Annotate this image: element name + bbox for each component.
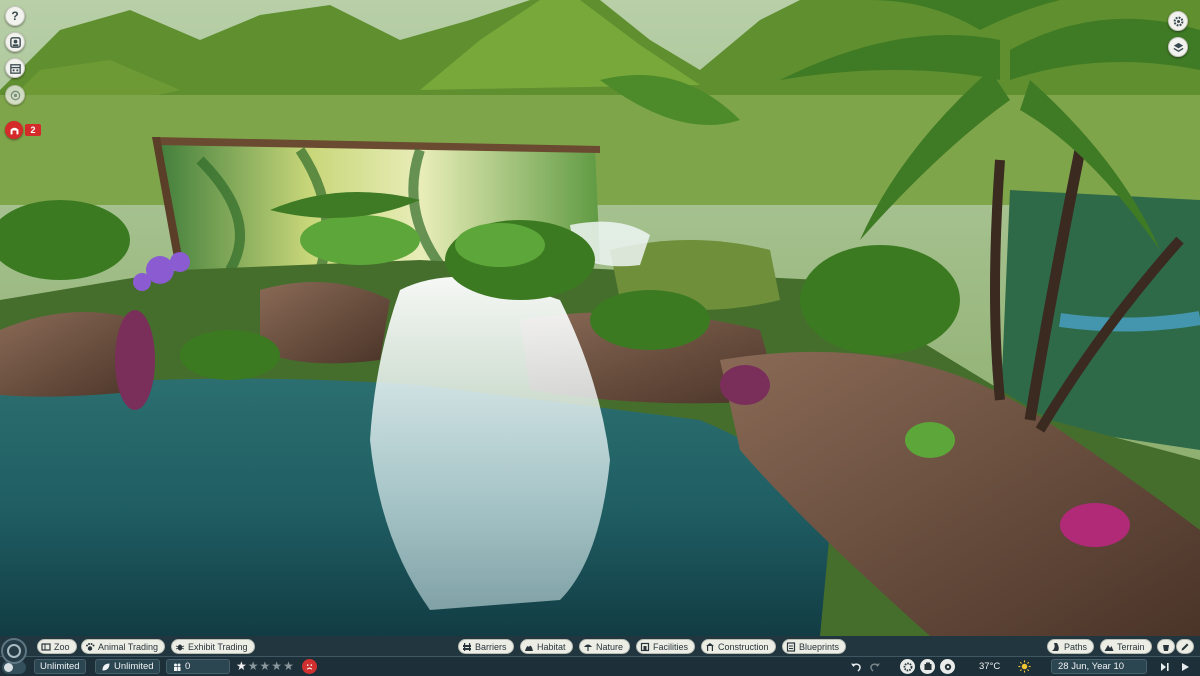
money-value: Unlimited (40, 661, 80, 672)
guest-count-display[interactable]: 0 (166, 659, 230, 674)
play-pause-icon (1160, 662, 1169, 671)
settings-icon (1173, 16, 1183, 26)
zoo-overview-button[interactable] (900, 659, 915, 674)
play-icon (1181, 662, 1189, 671)
camera-icon (10, 90, 20, 100)
paths-button[interactable]: Paths (1047, 639, 1095, 654)
bug-icon (175, 642, 185, 652)
bucket-icon (1161, 642, 1171, 652)
rating-star-icon: ★ (247, 659, 259, 673)
sad-face-icon (306, 664, 313, 670)
game-viewport[interactable] (0, 0, 1200, 636)
play-speed-button[interactable] (1157, 659, 1172, 674)
blueprint-icon (786, 641, 796, 652)
scene-artwork (0, 0, 1200, 636)
alerts-button[interactable] (5, 121, 23, 139)
construction-icon (705, 642, 715, 652)
edit-mode-button[interactable] (1176, 639, 1194, 654)
staff-icon (924, 662, 931, 670)
animal-trading-button[interactable]: Animal Trading (81, 639, 166, 654)
calendar-button[interactable] (5, 58, 25, 78)
facilities-icon (640, 642, 650, 652)
calendar-icon (9, 63, 21, 74)
barriers-button[interactable]: Barriers (458, 639, 514, 654)
guests-view-button[interactable] (5, 32, 25, 52)
rating-star-icon: ★ (259, 659, 271, 673)
temperature-readout: 37°C (979, 661, 1001, 672)
gear-icon (903, 662, 912, 671)
habitat-button[interactable]: Habitat (520, 639, 573, 654)
guest-count-value: 0 (185, 661, 191, 672)
barrier-icon (462, 642, 472, 652)
research-button[interactable] (940, 659, 955, 674)
layers-icon (1173, 42, 1183, 52)
terrain-tools-button[interactable] (1157, 639, 1175, 654)
research-icon (944, 663, 951, 670)
guest-icon (9, 36, 21, 48)
redo-icon (869, 662, 880, 672)
gate-icon (10, 127, 18, 134)
guest-happiness-icon[interactable] (302, 659, 317, 674)
terrain-icon (1104, 642, 1114, 652)
staff-button[interactable] (920, 659, 935, 674)
main-menu-button[interactable] (1, 638, 27, 664)
settings-button[interactable] (1168, 11, 1188, 31)
guests-icon (174, 663, 181, 671)
leaf-icon (102, 663, 110, 670)
zoo-button[interactable]: Zoo (37, 639, 77, 654)
alert-count-badge: 2 (25, 124, 41, 136)
bottom-hud: Zoo Animal Trading Exhibit Trading Barri… (0, 636, 1200, 676)
blueprints-button[interactable]: Blueprints (782, 639, 847, 654)
help-icon: ? (11, 9, 19, 23)
nature-button[interactable]: Nature (579, 639, 631, 654)
rating-star-icon: ★ (283, 659, 294, 673)
exhibit-trading-button[interactable]: Exhibit Trading (171, 639, 255, 654)
conservation-value: Unlimited (114, 661, 154, 672)
conservation-credits-display[interactable]: Unlimited (95, 659, 160, 674)
zoo-icon (41, 642, 51, 652)
date-display: 28 Jun, Year 10 (1051, 659, 1147, 674)
sun-icon (1017, 659, 1032, 674)
habitat-icon (524, 642, 534, 652)
camera-mode-button[interactable] (5, 85, 25, 105)
terrain-button[interactable]: Terrain (1100, 639, 1152, 654)
main-menu-icon (7, 644, 21, 658)
path-icon (1051, 642, 1061, 652)
construction-button[interactable]: Construction (701, 639, 776, 654)
fast-forward-button[interactable] (1177, 659, 1192, 674)
hud-toggle-knob (4, 663, 13, 672)
redo-button[interactable] (867, 659, 882, 674)
help-button[interactable]: ? (5, 6, 25, 26)
tree-icon (583, 642, 593, 652)
money-display[interactable]: Unlimited (34, 659, 86, 674)
facilities-button[interactable]: Facilities (636, 639, 696, 654)
zoo-rating[interactable]: ★ ★ ★ ★ ★ (236, 660, 294, 673)
paw-icon (85, 642, 95, 652)
undo-icon (850, 662, 861, 672)
pencil-icon (1180, 642, 1190, 652)
undo-button[interactable] (848, 659, 863, 674)
layers-button[interactable] (1168, 37, 1188, 57)
rating-star-icon: ★ (271, 659, 283, 673)
rating-star-icon: ★ (236, 659, 247, 673)
